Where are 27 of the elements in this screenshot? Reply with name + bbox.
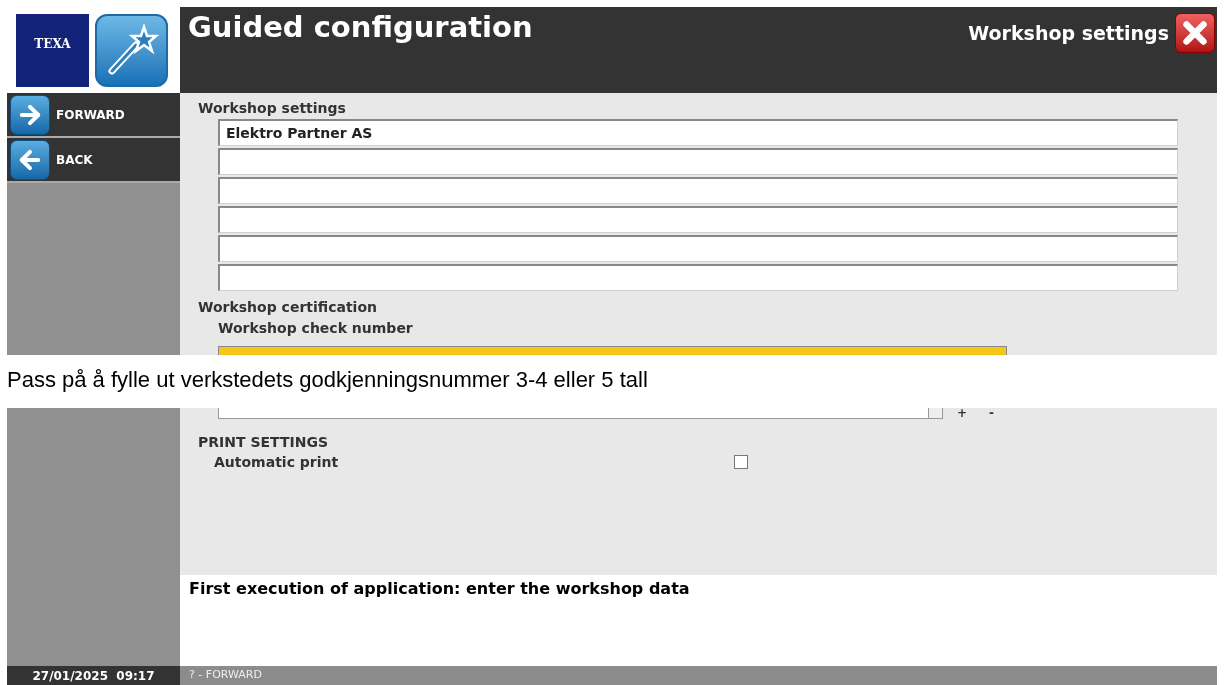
section-heading: PRINT SETTINGS bbox=[198, 433, 328, 451]
text-field[interactable] bbox=[218, 235, 1178, 262]
operator-dropdown[interactable] bbox=[218, 408, 943, 419]
texa-logo: TEXA bbox=[16, 14, 89, 87]
section-heading: Workshop certification bbox=[198, 298, 377, 316]
close-button[interactable] bbox=[1175, 13, 1215, 53]
section-title: Workshop settings bbox=[968, 20, 1169, 46]
checkbox-label: Automatic print bbox=[214, 453, 340, 471]
nav-button[interactable]: BACK bbox=[7, 138, 180, 183]
note-text: Pass på å fylle ut verkstedets godkjenningsnummer 3-4 eller 5 tall bbox=[7, 367, 648, 392]
text-field[interactable] bbox=[218, 264, 1178, 291]
date-time: 27/01/2025 09:17 bbox=[32, 667, 155, 685]
checkbox[interactable] bbox=[734, 455, 748, 469]
page-title: Guided configuration bbox=[188, 9, 533, 45]
section-heading: Workshop settings bbox=[198, 99, 346, 117]
check-number-field[interactable] bbox=[218, 346, 1007, 355]
nav-button[interactable]: FORWARD bbox=[7, 93, 180, 138]
message-text: First execution of application: enter the workshop data bbox=[189, 579, 690, 598]
text-field[interactable] bbox=[218, 148, 1178, 175]
text-field[interactable] bbox=[218, 177, 1178, 204]
status-hint: ? - FORWARD bbox=[189, 667, 262, 684]
text-field[interactable]: Elektro Partner AS bbox=[218, 119, 1178, 146]
field-label: Workshop check number bbox=[218, 319, 413, 337]
magic-wand-icon bbox=[95, 14, 168, 87]
add-button[interactable]: + bbox=[957, 408, 968, 419]
remove-button[interactable]: - bbox=[989, 408, 995, 419]
text-field[interactable] bbox=[218, 206, 1178, 233]
